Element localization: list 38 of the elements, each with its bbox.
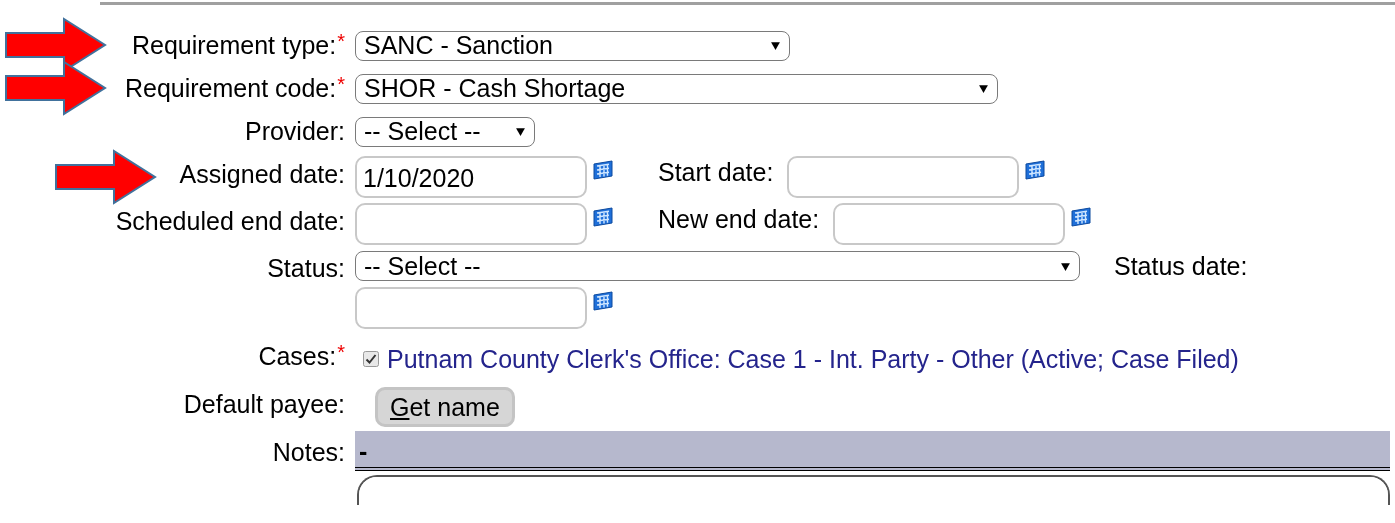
field-label: Requirement type: <box>131 31 337 60</box>
calendar-icon[interactable] <box>593 291 613 311</box>
field-label: Requirement code: <box>124 74 337 103</box>
field-label: Status date: <box>1114 251 1248 281</box>
caret-icon <box>770 40 781 51</box>
date-field[interactable] <box>355 287 587 329</box>
editor-toolbar: - <box>355 431 1390 471</box>
required-mark: * <box>337 73 345 96</box>
get-name-button[interactable]: Get name <box>375 387 515 427</box>
caret-icon <box>978 83 989 94</box>
required-mark: * <box>337 30 345 53</box>
calendar-icon[interactable] <box>1071 206 1092 227</box>
field-label: Status: <box>267 254 345 283</box>
required-mark: * <box>337 341 345 364</box>
field-label: Provider: <box>244 117 345 146</box>
date-field[interactable]: 1/10/2020 <box>355 155 587 198</box>
caret-icon <box>515 126 526 137</box>
notes-field[interactable] <box>357 475 1390 505</box>
calendar-icon[interactable] <box>593 159 613 180</box>
dropdown[interactable]: -- Select -- <box>355 116 535 147</box>
field-label: Cases: <box>258 342 337 371</box>
field-label: Scheduled end date: <box>115 207 345 236</box>
field-label: Default payee: <box>183 390 345 419</box>
calendar-icon[interactable] <box>1025 159 1046 180</box>
dropdown[interactable]: -- Select -- <box>355 251 1080 281</box>
calendar-icon[interactable] <box>593 206 613 227</box>
field-label: New end date: <box>658 204 820 234</box>
dropdown[interactable]: SANC - Sanction <box>355 30 790 61</box>
field-label: Start date: <box>658 157 774 187</box>
dropdown[interactable]: SHOR - Cash Shortage <box>355 73 998 104</box>
field-label: Assigned date: <box>179 160 345 189</box>
field-label: Notes: <box>272 438 345 467</box>
checkbox[interactable] <box>363 351 379 367</box>
caret-icon <box>1060 260 1071 272</box>
date-field[interactable] <box>355 202 587 245</box>
date-field[interactable] <box>833 202 1066 245</box>
date-field[interactable] <box>787 155 1020 198</box>
case-link[interactable]: Putnam County Clerk's Office: Case 1 - Int. Party - Other (Active; Case Filed) <box>387 344 1239 374</box>
